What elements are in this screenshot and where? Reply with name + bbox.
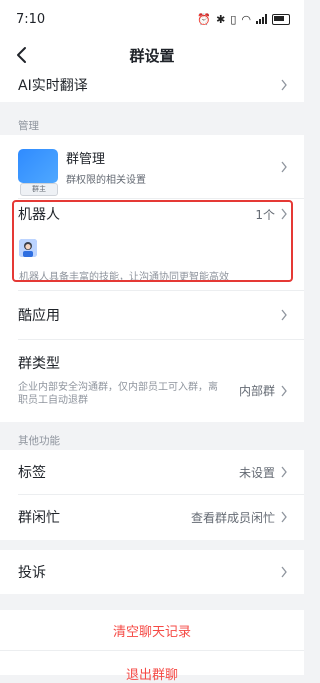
group-avatar-image <box>18 148 58 183</box>
bluetooth-icon: ✱ <box>216 12 226 26</box>
idle-row[interactable]: 群闲忙 查看群成员闲忙 <box>0 495 304 539</box>
wifi-icon: ◠ <box>241 12 251 26</box>
divider <box>0 650 304 651</box>
other-card: 标签 未设置 群闲忙 查看群成员闲忙 <box>0 450 304 540</box>
chevron-right-icon <box>281 79 287 91</box>
group-type-row[interactable]: 群类型 企业内部安全沟通群，仅内部员工可入群，离职员工自动退群 内部群 <box>0 340 304 422</box>
ai-translate-row[interactable]: AI实时翻译 <box>0 72 304 98</box>
group-type-value: 内部群 <box>238 384 275 398</box>
report-card: 投诉 <box>0 550 304 594</box>
tag-value-wrap: 未设置 <box>239 464 288 481</box>
report-label: 投诉 <box>18 565 46 581</box>
idle-label: 群闲忙 <box>18 510 60 526</box>
tag-row[interactable]: 标签 未设置 <box>0 450 304 494</box>
ai-translate-card: AI实时翻译 <box>0 72 304 102</box>
robot-highlight-box <box>12 200 293 282</box>
group-type-value-wrap: 内部群 <box>239 382 288 399</box>
actions-card: 清空聊天记录 退出群聊 <box>0 610 304 683</box>
chevron-right-icon <box>281 466 287 478</box>
page-title: 群设置 <box>129 46 175 65</box>
battery-icon <box>272 13 290 25</box>
cool-apps-row[interactable]: 酷应用 <box>0 291 304 339</box>
idle-value-wrap: 查看群成员闲忙 <box>191 509 288 526</box>
group-type-desc: 企业内部安全沟通群，仅内部员工可入群，离职员工自动退群 <box>18 382 218 406</box>
group-manage-row[interactable]: 群主 群管理 群权限的相关设置 <box>0 135 304 198</box>
group-manage-subtitle: 群权限的相关设置 <box>66 174 146 186</box>
leave-group-button[interactable]: 退出群聊 <box>0 664 304 683</box>
group-manage-left: 群主 群管理 群权限的相关设置 <box>18 145 146 196</box>
nav-bar: 群设置 <box>0 38 304 72</box>
chevron-right-icon <box>281 511 287 523</box>
vibrate-icon: ▯ <box>230 12 237 26</box>
alarm-icon: ⏰ <box>197 12 212 26</box>
chevron-right-icon <box>281 385 287 396</box>
group-type-left: 群类型 企业内部安全沟通群，仅内部员工可入群，离职员工自动退群 <box>18 353 218 407</box>
group-type-label: 群类型 <box>18 356 60 372</box>
group-manage-title: 群管理 <box>66 151 106 167</box>
owner-badge: 群主 <box>20 182 58 196</box>
chevron-right-icon <box>281 161 287 172</box>
chevron-right-icon <box>281 309 287 321</box>
group-avatar: 群主 <box>18 145 58 196</box>
signal-icon <box>256 14 267 24</box>
tag-value: 未设置 <box>238 465 275 480</box>
ai-translate-label: AI实时翻译 <box>18 78 88 94</box>
section-title-other: 其他功能 <box>18 435 60 447</box>
clear-history-button[interactable]: 清空聊天记录 <box>0 621 304 640</box>
back-arrow-icon[interactable] <box>14 46 34 64</box>
status-bar: 7:10 ⏰ ✱ ▯ ◠ <box>0 0 304 38</box>
cool-apps-label: 酷应用 <box>18 308 60 324</box>
chevron-right-icon <box>281 566 287 578</box>
idle-value: 查看群成员闲忙 <box>190 510 275 525</box>
tag-label: 标签 <box>18 465 46 481</box>
status-time: 7:10 <box>16 11 46 27</box>
status-icons: ⏰ ✱ ▯ ◠ <box>197 13 290 26</box>
report-row[interactable]: 投诉 <box>0 550 304 594</box>
group-manage-text: 群管理 群权限的相关设置 <box>66 148 146 186</box>
section-title-manage: 管理 <box>18 120 39 132</box>
